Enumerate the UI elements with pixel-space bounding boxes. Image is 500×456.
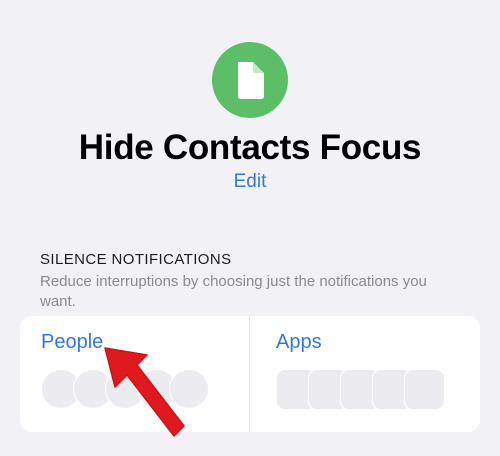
document-icon: [238, 62, 264, 99]
people-button[interactable]: People: [41, 331, 103, 354]
allowed-notifications-card: People Apps: [20, 316, 480, 432]
apps-button[interactable]: Apps: [276, 331, 322, 354]
focus-mode-icon: [212, 42, 288, 118]
section-header-silence-notifications: SILENCE NOTIFICATIONS: [40, 251, 232, 268]
focus-title: Hide Contacts Focus: [78, 128, 422, 167]
edit-link[interactable]: Edit: [0, 171, 500, 193]
section-description: Reduce interruptions by choosing just th…: [40, 273, 427, 310]
card-divider: [249, 316, 250, 432]
app-icon-placeholder: [404, 369, 445, 410]
red-arrow-annotation: [104, 347, 185, 437]
